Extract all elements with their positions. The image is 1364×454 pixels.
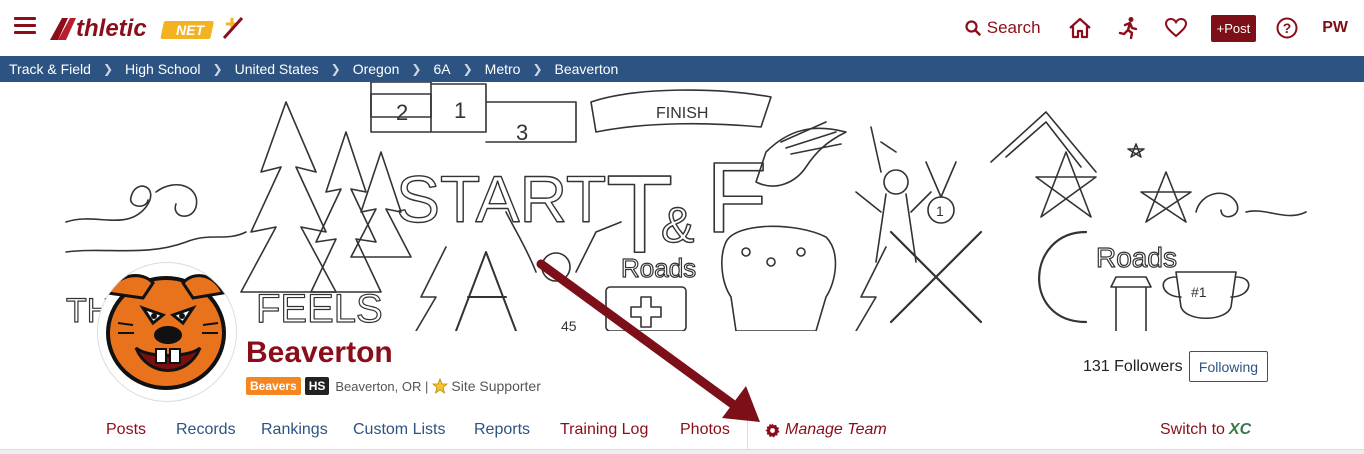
team-banner-image: 2 1 3 START FINISH T & F 1 Roads #1 FEEL…	[36, 82, 1328, 331]
tab-custom-lists[interactable]: Custom Lists	[353, 421, 445, 439]
svg-text:FINISH: FINISH	[656, 105, 708, 122]
svg-text:&: &	[661, 197, 694, 253]
breadcrumb-item[interactable]: Metro	[485, 61, 521, 77]
site-supporter-badge: Site Supporter	[432, 378, 541, 394]
tab-training-log[interactable]: Training Log	[560, 421, 648, 439]
svg-text:F: F	[706, 142, 767, 254]
home-icon[interactable]	[1067, 15, 1093, 41]
manage-team-link[interactable]: Manage Team	[765, 421, 887, 439]
team-location: Beaverton, OR |	[335, 378, 429, 394]
svg-text:45: 45	[561, 318, 577, 331]
post-button[interactable]: +Post	[1210, 14, 1257, 42]
search-button[interactable]: Search	[965, 18, 1041, 38]
gear-icon	[765, 422, 780, 438]
chevron-right-icon: ❯	[532, 62, 543, 76]
team-tabs: Posts Records Rankings Custom Lists Repo…	[0, 413, 1364, 449]
tab-posts[interactable]: Posts	[106, 421, 146, 439]
tabs-bottom-border	[0, 449, 1364, 454]
breadcrumb-item[interactable]: Beaverton	[555, 61, 619, 77]
svg-text:1: 1	[454, 98, 466, 123]
svg-text:thletic: thletic	[76, 15, 147, 42]
search-label: Search	[986, 18, 1041, 37]
user-menu[interactable]: PW	[1322, 19, 1348, 37]
chevron-right-icon: ❯	[330, 62, 341, 76]
chevron-right-icon: ❯	[462, 62, 473, 76]
svg-text:Roads: Roads	[621, 253, 696, 283]
chevron-right-icon: ❯	[411, 62, 422, 76]
breadcrumb-item[interactable]: United States	[235, 61, 319, 77]
manage-team-label: Manage Team	[785, 421, 887, 438]
athleticnet-logo[interactable]: thletic NET	[48, 12, 248, 44]
svg-text:3: 3	[516, 120, 528, 145]
breadcrumb-item[interactable]: Track & Field	[9, 61, 91, 77]
breadcrumb: Track & Field ❯ High School ❯ United Sta…	[0, 56, 1364, 82]
svg-text:FEELS: FEELS	[256, 287, 383, 331]
xc-label: XC	[1228, 421, 1252, 438]
chevron-right-icon: ❯	[102, 62, 114, 76]
search-icon	[965, 20, 981, 36]
team-tags: Beavers HS Beaverton, OR | Site Supporte…	[246, 377, 541, 395]
beaver-mascot-logo	[105, 274, 226, 390]
svg-text:?: ?	[1283, 20, 1292, 36]
breadcrumb-item[interactable]: Oregon	[353, 61, 400, 77]
level-badge: HS	[304, 377, 330, 395]
breadcrumb-item[interactable]: 6A	[433, 61, 450, 77]
following-button[interactable]: Following	[1189, 351, 1268, 382]
svg-text:1: 1	[936, 203, 944, 219]
tab-rankings[interactable]: Rankings	[261, 421, 328, 439]
tab-reports[interactable]: Reports	[474, 421, 530, 439]
svg-text:NET: NET	[176, 22, 205, 38]
menu-icon[interactable]	[14, 17, 36, 35]
tab-photos[interactable]: Photos	[680, 421, 730, 439]
switch-to-label: Switch to	[1160, 421, 1225, 438]
star-icon	[432, 378, 449, 394]
tab-divider	[747, 413, 748, 449]
tab-records[interactable]: Records	[176, 421, 236, 439]
breadcrumb-item[interactable]: High School	[125, 61, 201, 77]
team-name-heading: Beaverton	[246, 336, 393, 369]
top-navbar: thletic NET Search +Post ? PW	[0, 0, 1364, 56]
svg-text:Roads: Roads	[1096, 242, 1177, 273]
runner-icon[interactable]	[1115, 15, 1141, 41]
mascot-badge: Beavers	[246, 377, 301, 395]
heart-icon[interactable]	[1163, 15, 1189, 41]
svg-text:2: 2	[396, 100, 408, 125]
svg-text:START: START	[396, 162, 606, 236]
site-supporter-label: Site Supporter	[451, 378, 541, 394]
svg-text:#1: #1	[1191, 284, 1207, 300]
chevron-right-icon: ❯	[212, 62, 223, 76]
followers-count: 131 Followers	[1083, 358, 1183, 375]
team-avatar	[97, 262, 237, 402]
switch-to-xc-link[interactable]: Switch to XC	[1160, 421, 1251, 439]
help-icon[interactable]: ?	[1274, 15, 1300, 41]
